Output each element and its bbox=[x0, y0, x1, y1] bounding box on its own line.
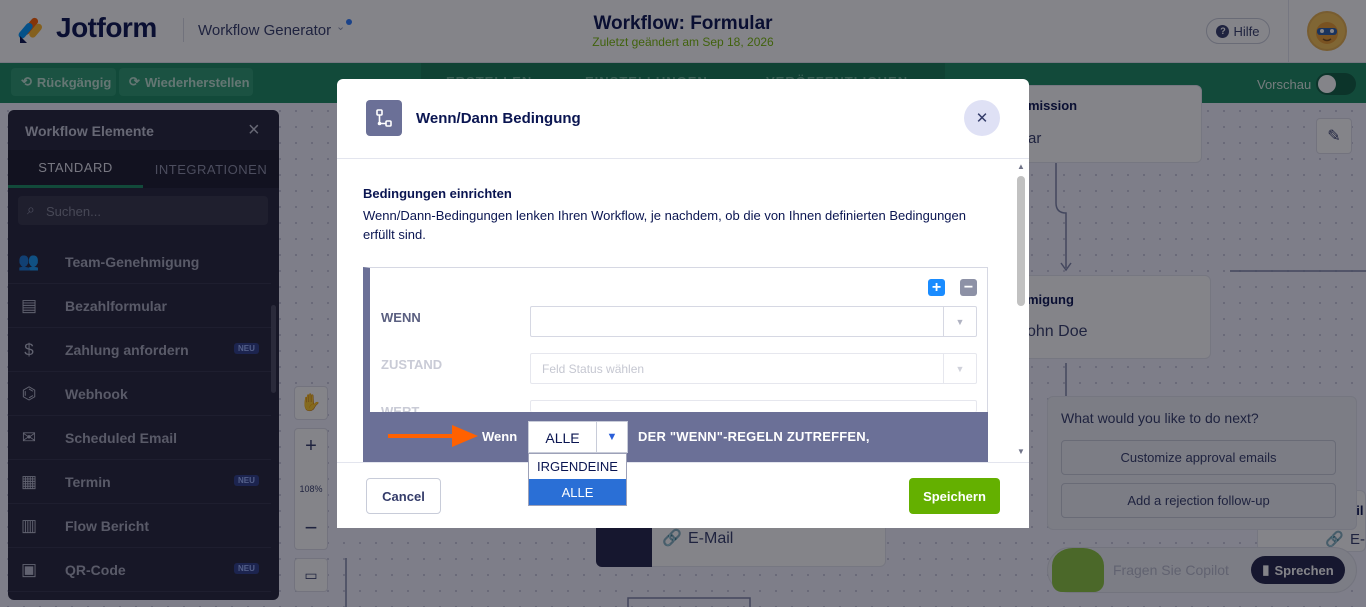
state-placeholder: Feld Status wählen bbox=[542, 362, 645, 376]
chevron-down-icon: ▼ bbox=[943, 354, 976, 383]
dropdown-option[interactable]: IRGENDEINE bbox=[529, 454, 626, 479]
condition-icon bbox=[366, 100, 402, 136]
arrow-right-icon bbox=[388, 425, 478, 447]
close-icon: ✕ bbox=[975, 110, 989, 127]
cancel-button[interactable]: Cancel bbox=[366, 478, 441, 514]
branch-icon bbox=[376, 109, 392, 127]
chevron-down-icon: ▼ bbox=[943, 307, 976, 336]
match-type-value[interactable]: ALLE bbox=[529, 430, 596, 446]
save-button[interactable]: Speichern bbox=[909, 478, 1000, 514]
value-field[interactable] bbox=[530, 400, 977, 412]
dropdown-option-selected[interactable]: ALLE bbox=[529, 479, 626, 505]
section-title: Bedingungen einrichten bbox=[363, 186, 512, 201]
if-label: WENN bbox=[381, 310, 421, 325]
add-condition-button[interactable]: + bbox=[928, 279, 945, 296]
scrollbar-thumb[interactable] bbox=[1017, 176, 1025, 306]
section-description: Wenn/Dann-Bedingungen lenken Ihren Workf… bbox=[363, 208, 966, 242]
remove-condition-button[interactable]: − bbox=[960, 279, 977, 296]
condition-block bbox=[363, 267, 988, 422]
if-field-select[interactable]: ▼ bbox=[530, 306, 977, 337]
close-modal-button[interactable]: ✕ bbox=[964, 100, 1000, 136]
chevron-down-icon[interactable]: ▼ bbox=[596, 422, 627, 452]
rule-suffix: DER "WENN"-REGELN ZUTREFFEN, bbox=[638, 429, 870, 444]
modal-title: Wenn/Dann Bedingung bbox=[416, 110, 581, 127]
state-select[interactable]: Feld Status wählen ▼ bbox=[530, 353, 977, 384]
rule-prefix: Wenn bbox=[482, 429, 518, 444]
state-label: ZUSTAND bbox=[381, 357, 443, 372]
scroll-up-icon[interactable]: ▲ bbox=[1017, 162, 1025, 171]
scroll-down-icon[interactable]: ▼ bbox=[1017, 447, 1025, 456]
